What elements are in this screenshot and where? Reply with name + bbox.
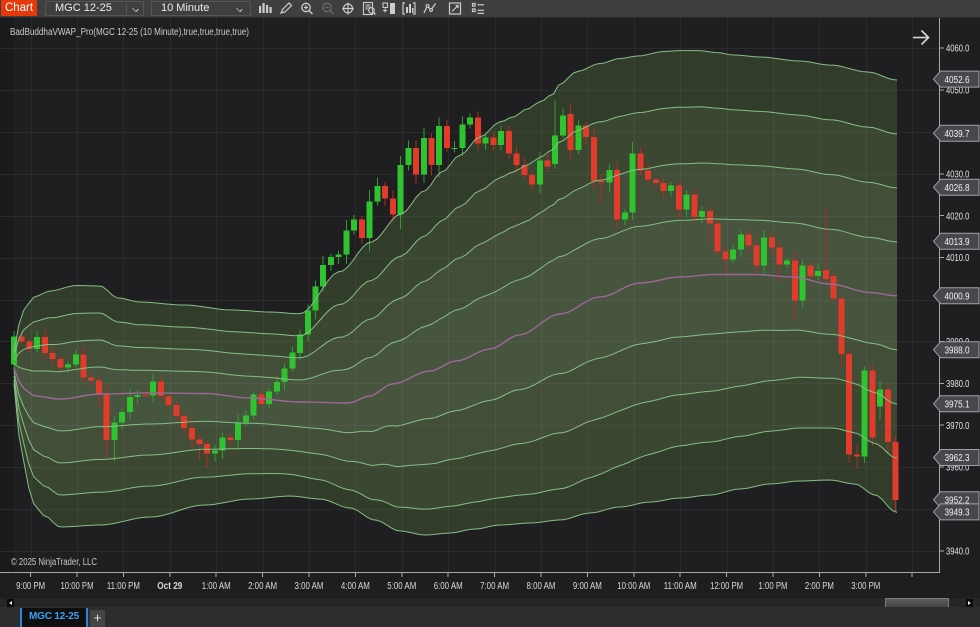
svg-text:3:00 PM: 3:00 PM [851,581,880,592]
svg-text:10:00 AM: 10:00 AM [617,581,650,592]
svg-text:3962.3: 3962.3 [945,453,970,464]
svg-text:Oct 29: Oct 29 [157,581,182,592]
svg-text:BadBuddhaVWAP_Pro(MGC 12-25 (1: BadBuddhaVWAP_Pro(MGC 12-25 (10 Minute),… [10,27,249,38]
svg-text:10:00 PM: 10:00 PM [61,581,94,592]
svg-text:3949.3: 3949.3 [945,508,970,519]
svg-text:2:00 PM: 2:00 PM [805,581,834,592]
svg-text:© 2025 NinjaTrader, LLC: © 2025 NinjaTrader, LLC [11,557,97,568]
svg-text:4013.9: 4013.9 [945,237,970,248]
svg-text:9:00 PM: 9:00 PM [16,581,45,592]
svg-text:6:00 AM: 6:00 AM [434,581,463,592]
svg-text:5:00 AM: 5:00 AM [387,581,416,592]
svg-text:3:00 AM: 3:00 AM [295,581,324,592]
svg-text:1:00 PM: 1:00 PM [759,581,788,592]
svg-text:3988.0: 3988.0 [945,346,970,357]
svg-text:3980.0: 3980.0 [946,379,970,390]
svg-text:4:00 AM: 4:00 AM [341,581,370,592]
svg-text:2:00 AM: 2:00 AM [248,581,277,592]
svg-text:12:00 PM: 12:00 PM [710,581,743,592]
svg-text:4010.0: 4010.0 [946,253,970,264]
svg-text:4020.0: 4020.0 [946,211,970,222]
svg-text:4060.0: 4060.0 [946,44,970,55]
svg-text:11:00 PM: 11:00 PM [107,581,140,592]
svg-text:9:00 AM: 9:00 AM [573,581,602,592]
svg-text:3940.0: 3940.0 [946,547,970,558]
svg-text:11:00 AM: 11:00 AM [664,581,697,592]
svg-text:4052.6: 4052.6 [945,75,970,86]
svg-text:1:00 AM: 1:00 AM [202,581,231,592]
svg-text:4039.7: 4039.7 [945,129,970,140]
svg-text:7:00 AM: 7:00 AM [480,581,509,592]
svg-text:4026.8: 4026.8 [945,183,970,194]
svg-text:3970.0: 3970.0 [946,421,970,432]
svg-text:4000.9: 4000.9 [945,291,970,302]
svg-text:8:00 AM: 8:00 AM [527,581,556,592]
svg-text:3975.1: 3975.1 [945,400,970,411]
